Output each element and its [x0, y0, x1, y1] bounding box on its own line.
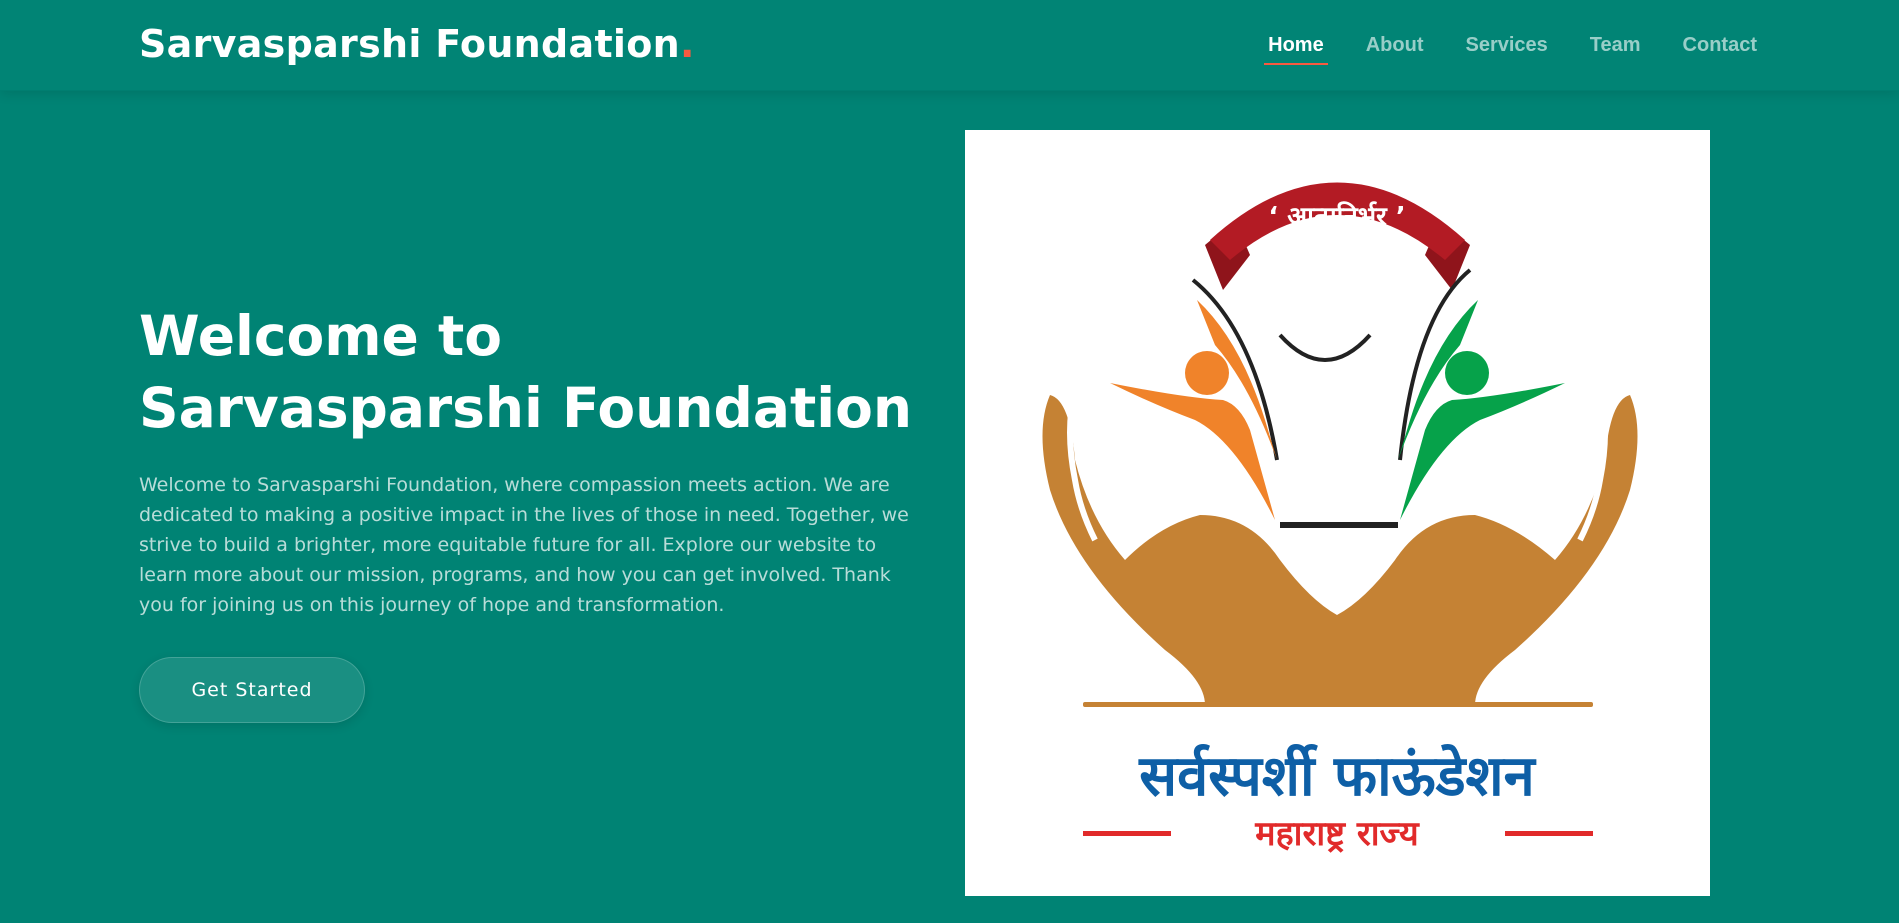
hero-description: Welcome to Sarvasparshi Foundation, wher… — [139, 474, 909, 616]
get-started-button[interactable]: Get Started — [139, 657, 365, 723]
brand-logo[interactable]: Sarvasparshi Foundation. — [139, 22, 695, 66]
hero-title: Welcome to Sarvasparshi Foundation — [139, 300, 959, 444]
green-figure — [1398, 300, 1565, 520]
main-nav: Home About Services Team Contact — [1264, 34, 1757, 65]
foundation-logo-image: ‘ आत्मनिर्भर ’ सर्वस्पर्शी फाऊंडेशन महार… — [965, 130, 1710, 896]
ribbon-banner: ‘ आत्मनिर्भर ’ — [1205, 182, 1470, 290]
orange-figure — [1110, 300, 1277, 520]
ribbon-text: ‘ आत्मनिर्भर ’ — [1268, 201, 1405, 232]
hero-title-line-1: Welcome to — [139, 304, 503, 368]
center-figure — [1191, 268, 1472, 528]
nav-contact[interactable]: Contact — [1683, 34, 1757, 65]
hero-title-line-2: Sarvasparshi Foundation — [139, 376, 913, 440]
logo-name-text: सर्वस्पर्शी फाऊंडेशन — [1138, 743, 1536, 809]
brand-dot: . — [680, 22, 695, 66]
hands — [1042, 389, 1638, 707]
nav-team[interactable]: Team — [1590, 34, 1641, 65]
nav-home[interactable]: Home — [1264, 34, 1328, 65]
state-line: महाराष्ट्र राज्य — [1083, 814, 1593, 854]
brand-name: Sarvasparshi Foundation — [139, 22, 681, 66]
nav-about[interactable]: About — [1366, 34, 1424, 65]
site-header: Sarvasparshi Foundation. Home About Serv… — [0, 0, 1899, 91]
foundation-logo-graphic: ‘ आत्मनिर्भर ’ सर्वस्पर्शी फाऊंडेशन महार… — [1042, 182, 1638, 854]
nav-services[interactable]: Services — [1465, 34, 1547, 65]
logo-state-text: महाराष्ट्र राज्य — [1254, 814, 1420, 854]
